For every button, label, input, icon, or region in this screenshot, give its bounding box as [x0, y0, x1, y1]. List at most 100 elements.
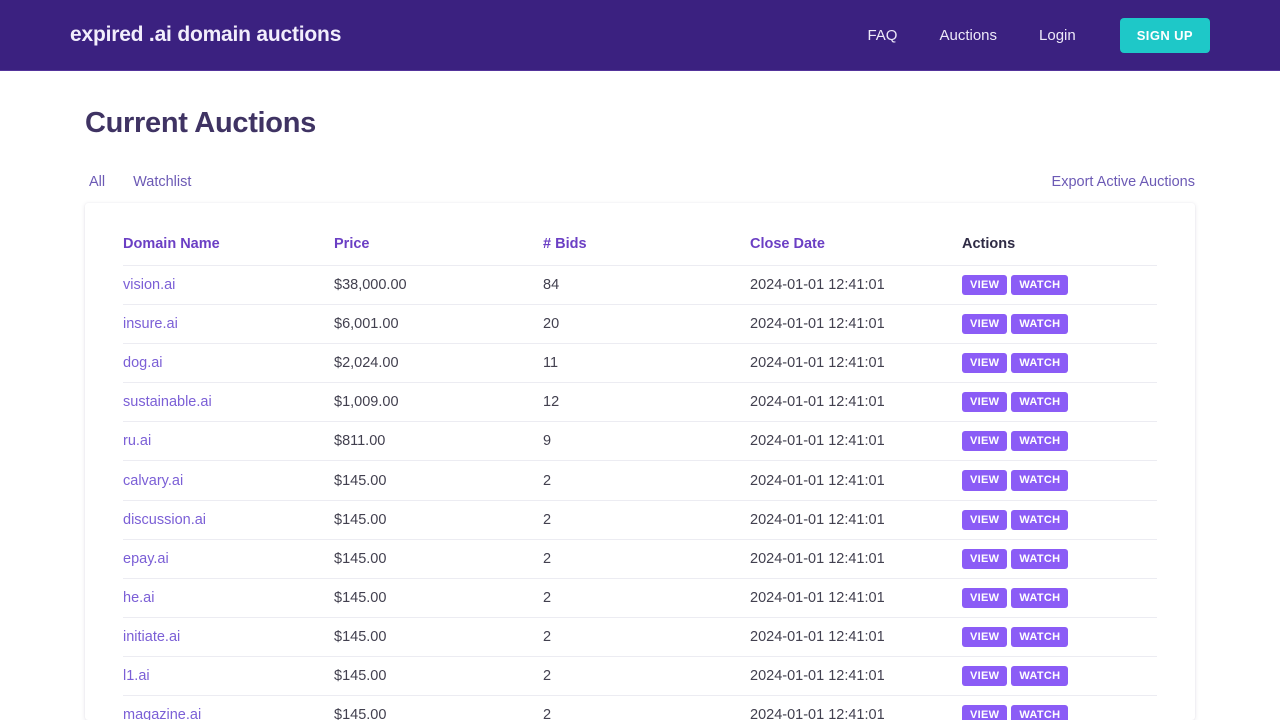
domain-link[interactable]: initiate.ai [123, 629, 180, 645]
table-row: insure.ai $6,001.00 20 2024-01-01 12:41:01 V… [123, 304, 1157, 345]
main-nav: FAQ Auctions Login SIGN UP [846, 17, 1210, 53]
cell-bids: 2 [543, 500, 750, 540]
cell-actions: VIEW WATCH [962, 382, 1157, 423]
cell-actions: VIEW WATCH [962, 421, 1157, 462]
domain-link[interactable]: discussion.ai [123, 512, 206, 528]
nav-item-faq[interactable]: FAQ [846, 19, 918, 52]
table-toolbar: All Watchlist Export Active Auctions [85, 170, 1210, 194]
watch-button[interactable]: WATCH [1011, 665, 1069, 687]
sort-link-price[interactable]: Price [334, 236, 369, 252]
cell-actions: VIEW WATCH [962, 578, 1157, 618]
watch-button[interactable]: WATCH [1011, 470, 1069, 491]
nav-item-login[interactable]: Login [1018, 19, 1097, 52]
watch-button[interactable]: WATCH [1011, 705, 1069, 720]
watch-button[interactable]: WATCH [1011, 626, 1069, 647]
domain-link[interactable]: calvary.ai [123, 473, 183, 489]
watch-button[interactable]: WATCH [1011, 314, 1069, 335]
cell-price: $145.00 [334, 539, 543, 579]
domain-link[interactable]: magazine.ai [123, 707, 201, 720]
column-header-price: Price [334, 203, 543, 266]
view-button[interactable]: VIEW [962, 392, 1008, 413]
domain-link[interactable]: ru.ai [123, 433, 151, 449]
table-row: vision.ai $38,000.00 84 2024-01-01 12:41:01… [123, 265, 1157, 306]
view-button[interactable]: VIEW [962, 275, 1008, 296]
view-button[interactable]: VIEW [962, 470, 1008, 491]
sort-link-close-date[interactable]: Close Date [750, 236, 825, 252]
cell-actions: VIEW WATCH [962, 617, 1157, 657]
nav-item-auctions[interactable]: Auctions [918, 19, 1018, 52]
watch-button[interactable]: WATCH [1011, 353, 1069, 374]
domain-link[interactable]: epay.ai [123, 551, 169, 567]
cell-close-date: 2024-01-01 12:41:01 [750, 617, 962, 657]
filter-tabs: All Watchlist [85, 170, 205, 194]
view-button[interactable]: VIEW [962, 705, 1008, 720]
cell-close-date: 2024-01-01 12:41:01 [750, 421, 962, 462]
watch-button[interactable]: WATCH [1011, 548, 1069, 569]
cell-bids: 2 [543, 460, 750, 501]
cell-bids: 20 [543, 304, 750, 345]
cell-close-date: 2024-01-01 12:41:01 [750, 343, 962, 384]
domain-link[interactable]: insure.ai [123, 316, 178, 332]
domain-link[interactable]: l1.ai [123, 668, 150, 684]
watch-button[interactable]: WATCH [1011, 431, 1069, 452]
site-header: expired .ai domain auctions FAQ Auctions… [0, 0, 1280, 71]
view-button[interactable]: VIEW [962, 509, 1008, 530]
domain-link[interactable]: vision.ai [123, 277, 175, 293]
cell-price: $145.00 [334, 656, 543, 697]
cell-close-date: 2024-01-01 12:41:01 [750, 695, 962, 720]
auctions-card: Domain Name Price # Bids Close Date Acti… [85, 203, 1195, 720]
domain-link[interactable]: he.ai [123, 590, 154, 606]
watch-button[interactable]: WATCH [1011, 587, 1069, 608]
cell-price: $145.00 [334, 500, 543, 540]
cell-domain-name: sustainable.ai [123, 382, 334, 423]
table-row: discussion.ai $145.00 2 2024-01-01 12:41:01… [123, 500, 1157, 540]
table-row: sustainable.ai $1,009.00 12 2024-01-01 12:4… [123, 382, 1157, 423]
cell-close-date: 2024-01-01 12:41:01 [750, 265, 962, 306]
view-button[interactable]: VIEW [962, 431, 1008, 452]
cell-close-date: 2024-01-01 12:41:01 [750, 539, 962, 579]
cell-price: $1,009.00 [334, 382, 543, 423]
watch-button[interactable]: WATCH [1011, 392, 1069, 413]
cell-actions: VIEW WATCH [962, 500, 1157, 540]
sort-link-bids[interactable]: # Bids [543, 236, 587, 252]
cell-price: $2,024.00 [334, 343, 543, 384]
sort-link-domain-name[interactable]: Domain Name [123, 236, 220, 252]
sign-up-button[interactable]: SIGN UP [1119, 17, 1210, 53]
table-row: he.ai $145.00 2 2024-01-01 12:41:01 VIEW WATC… [123, 578, 1157, 618]
view-button[interactable]: VIEW [962, 314, 1008, 335]
domain-link[interactable]: sustainable.ai [123, 394, 212, 410]
cell-price: $811.00 [334, 421, 543, 462]
cell-actions: VIEW WATCH [962, 343, 1157, 384]
cell-domain-name: discussion.ai [123, 500, 334, 540]
cell-close-date: 2024-01-01 12:41:01 [750, 578, 962, 618]
page-title: Current Auctions [85, 107, 316, 139]
cell-domain-name: magazine.ai [123, 695, 334, 720]
cell-bids: 2 [543, 578, 750, 618]
view-button[interactable]: VIEW [962, 626, 1008, 647]
cell-domain-name: ru.ai [123, 421, 334, 462]
cell-actions: VIEW WATCH [962, 656, 1157, 697]
cell-price: $145.00 [334, 578, 543, 618]
tab-all[interactable]: All [85, 170, 119, 194]
view-button[interactable]: VIEW [962, 353, 1008, 374]
cell-bids: 2 [543, 617, 750, 657]
view-button[interactable]: VIEW [962, 665, 1008, 687]
watch-button[interactable]: WATCH [1011, 509, 1069, 530]
cell-bids: 12 [543, 382, 750, 423]
view-button[interactable]: VIEW [962, 548, 1008, 569]
table-header: Domain Name Price # Bids Close Date Acti… [123, 203, 1157, 266]
table-body: vision.ai $38,000.00 84 2024-01-01 12:41:01… [123, 265, 1157, 720]
table-row: calvary.ai $145.00 2 2024-01-01 12:41:01 VIE… [123, 460, 1157, 501]
tab-watchlist[interactable]: Watchlist [119, 170, 205, 194]
export-active-auctions-link[interactable]: Export Active Auctions [1052, 174, 1195, 190]
cell-close-date: 2024-01-01 12:41:01 [750, 500, 962, 540]
view-button[interactable]: VIEW [962, 587, 1008, 608]
cell-price: $38,000.00 [334, 265, 543, 306]
domain-link[interactable]: dog.ai [123, 355, 163, 371]
column-header-bids: # Bids [543, 203, 750, 266]
cell-bids: 2 [543, 695, 750, 720]
cell-close-date: 2024-01-01 12:41:01 [750, 304, 962, 345]
watch-button[interactable]: WATCH [1011, 275, 1069, 296]
cell-actions: VIEW WATCH [962, 304, 1157, 345]
cell-close-date: 2024-01-01 12:41:01 [750, 656, 962, 697]
